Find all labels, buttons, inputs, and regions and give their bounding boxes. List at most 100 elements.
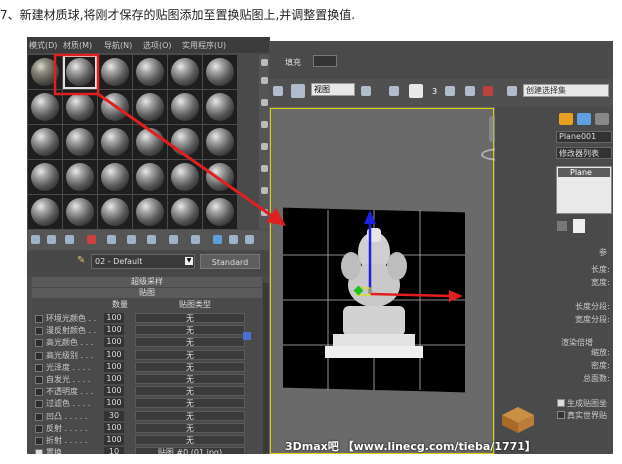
map-amount-spinner[interactable]: 100	[104, 325, 124, 336]
material-type-button[interactable]: Standard	[200, 254, 260, 269]
go-to-parent-icon[interactable]	[229, 235, 238, 244]
modifier-stack[interactable]: Plane	[556, 166, 612, 214]
map-enable-checkbox[interactable]	[35, 400, 43, 409]
material-sample-slot[interactable]	[168, 90, 202, 124]
material-sample-slot[interactable]	[28, 55, 62, 89]
pin-stack-icon[interactable]	[557, 221, 567, 231]
material-sample-slot[interactable]	[63, 160, 97, 194]
modifier-stack-item[interactable]: Plane	[558, 168, 610, 177]
material-sample-slot[interactable]	[28, 160, 62, 194]
map-enable-checkbox[interactable]	[35, 339, 43, 348]
map-enable-checkbox[interactable]	[35, 412, 43, 421]
menu-options[interactable]: 选项(O)	[143, 40, 172, 51]
copy-material-icon[interactable]	[107, 235, 116, 244]
map-slot-button[interactable]: 无	[135, 435, 245, 445]
make-preview-icon[interactable]	[261, 165, 268, 172]
material-sample-slot[interactable]	[203, 195, 237, 229]
put-to-library-icon[interactable]	[147, 235, 156, 244]
map-slot-button[interactable]: 无	[135, 349, 245, 360]
reset-map-icon[interactable]	[87, 235, 96, 244]
material-sample-slot[interactable]	[133, 125, 167, 159]
modifier-list-dropdown[interactable]: 修改器列表	[556, 147, 612, 159]
map-enable-checkbox[interactable]	[35, 327, 43, 336]
percent-snap-icon[interactable]	[465, 86, 475, 96]
map-enable-checkbox[interactable]	[35, 437, 43, 445]
map-amount-spinner[interactable]: 100	[104, 386, 124, 397]
select-move-icon[interactable]	[291, 84, 305, 98]
material-sample-slot[interactable]	[63, 125, 97, 159]
material-sample-slot[interactable]	[203, 55, 237, 89]
manipulate-icon[interactable]	[409, 84, 423, 98]
material-sample-slot[interactable]	[98, 195, 132, 229]
map-slot-button[interactable]: 无	[135, 337, 245, 348]
material-sample-slot[interactable]	[203, 90, 237, 124]
menu-navigation[interactable]: 导航(N)	[104, 40, 132, 51]
options-icon[interactable]	[261, 187, 268, 194]
map-slot-button[interactable]: 无	[135, 361, 245, 372]
perspective-viewport[interactable]	[269, 107, 521, 454]
material-sample-slot[interactable]	[28, 125, 62, 159]
material-sample-slot[interactable]	[63, 55, 97, 89]
reference-coordinate-dropdown[interactable]: 视图	[311, 83, 355, 96]
material-sample-slot[interactable]	[133, 160, 167, 194]
create-panel-icon[interactable]	[559, 113, 573, 125]
material-sample-slot[interactable]	[203, 160, 237, 194]
select-and-link-icon[interactable]	[389, 86, 399, 96]
map-enable-checkbox[interactable]	[35, 363, 43, 372]
material-sample-slot[interactable]	[98, 125, 132, 159]
sample-type-icon[interactable]	[261, 59, 268, 66]
show-map-in-viewport-icon[interactable]	[191, 235, 200, 244]
material-sample-slot[interactable]	[133, 90, 167, 124]
edit-named-selection-icon[interactable]	[507, 86, 517, 96]
map-amount-spinner[interactable]: 100	[104, 337, 124, 348]
modify-panel-icon[interactable]	[577, 113, 591, 125]
material-sample-slot[interactable]	[98, 160, 132, 194]
parameters-rollout-title[interactable]: 参	[599, 247, 607, 258]
map-slot-button[interactable]: 贴图 #0 (01.jpg)	[135, 447, 245, 454]
menu-material[interactable]: 材质(M)	[63, 40, 92, 51]
material-sample-slot[interactable]	[133, 55, 167, 89]
angle-snap-icon[interactable]	[445, 86, 455, 96]
menu-mode[interactable]: 模式(D)	[29, 40, 57, 51]
map-enable-checkbox[interactable]	[35, 315, 43, 323]
map-amount-spinner[interactable]: 100	[104, 422, 124, 433]
map-slot-button[interactable]: 无	[135, 325, 245, 336]
make-unique-icon[interactable]	[127, 235, 136, 244]
map-slot-button[interactable]: 无	[135, 410, 245, 421]
map-slot-button[interactable]: 无	[135, 422, 245, 433]
gen-mapping-coords-checkbox[interactable]	[557, 399, 565, 407]
map-amount-spinner[interactable]: 100	[104, 313, 124, 323]
pivot-center-icon[interactable]	[361, 86, 371, 96]
object-name-field[interactable]: Plane001	[556, 131, 612, 143]
go-forward-to-sibling-icon[interactable]	[245, 235, 254, 244]
material-sample-slot[interactable]	[98, 55, 132, 89]
assign-to-selection-icon[interactable]	[65, 235, 74, 244]
material-sample-slot[interactable]	[28, 195, 62, 229]
real-world-map-checkbox[interactable]	[557, 411, 565, 419]
show-end-result-toggle-icon[interactable]	[573, 219, 585, 233]
map-enable-checkbox[interactable]	[35, 351, 43, 360]
material-sample-slot[interactable]	[98, 90, 132, 124]
render-preset-dropdown[interactable]	[313, 55, 337, 67]
material-sample-slot[interactable]	[63, 90, 97, 124]
material-sample-slot[interactable]	[168, 125, 202, 159]
material-id-channel-icon[interactable]	[169, 235, 178, 244]
backlight-icon[interactable]	[261, 77, 268, 84]
map-amount-spinner[interactable]: 100	[104, 435, 124, 445]
named-selection-set-field[interactable]: 创建选择集	[523, 84, 609, 97]
map-amount-spinner[interactable]: 100	[104, 361, 124, 372]
show-end-result-icon[interactable]	[213, 235, 222, 244]
supersampling-rollout[interactable]: 超级采样	[32, 277, 262, 287]
material-sample-slot[interactable]	[203, 125, 237, 159]
map-amount-spinner[interactable]: 10	[104, 447, 124, 454]
map-enable-checkbox[interactable]	[35, 376, 43, 384]
material-sample-slot[interactable]	[168, 55, 202, 89]
maps-rollout[interactable]: 贴图	[32, 288, 262, 298]
material-name-field[interactable]: 02 - Default	[91, 254, 195, 269]
put-to-scene-icon[interactable]	[47, 235, 56, 244]
get-material-icon[interactable]	[31, 235, 40, 244]
map-amount-spinner[interactable]: 100	[104, 398, 124, 409]
map-slot-button[interactable]: 无	[135, 313, 245, 323]
map-enable-checkbox[interactable]	[35, 449, 43, 454]
map-enable-checkbox[interactable]	[35, 388, 43, 397]
